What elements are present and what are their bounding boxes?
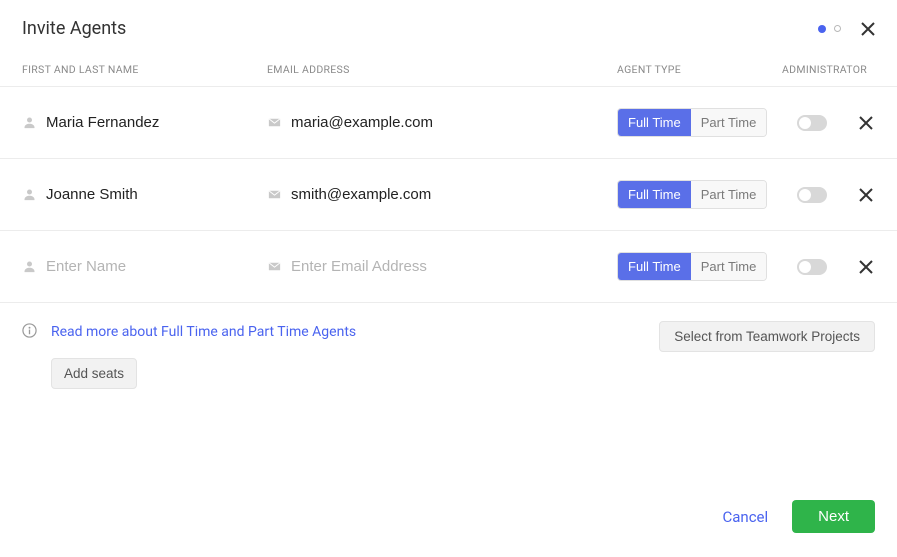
full-time-button[interactable]: Full Time	[618, 109, 691, 136]
email-input[interactable]	[291, 114, 481, 131]
part-time-button[interactable]: Part Time	[691, 181, 767, 208]
admin-toggle[interactable]	[797, 115, 827, 131]
close-icon	[861, 22, 875, 36]
col-header-type: AGENT TYPE	[617, 63, 782, 76]
name-input[interactable]	[46, 258, 236, 275]
cell-name	[22, 258, 267, 275]
mail-icon	[267, 259, 282, 274]
agent-type-toggle: Full Time Part Time	[617, 180, 767, 209]
close-button[interactable]	[861, 22, 875, 36]
cell-type: Full Time Part Time	[617, 252, 782, 281]
close-icon	[859, 116, 873, 130]
agent-row: Full Time Part Time	[0, 159, 897, 231]
close-icon	[859, 260, 873, 274]
remove-row-button[interactable]	[859, 116, 873, 130]
mail-icon	[267, 187, 282, 202]
full-time-button[interactable]: Full Time	[618, 181, 691, 208]
column-headers: FIRST AND LAST NAME EMAIL ADDRESS AGENT …	[0, 53, 897, 87]
close-icon	[859, 188, 873, 202]
admin-toggle[interactable]	[797, 187, 827, 203]
dialog-header: Invite Agents	[0, 0, 897, 53]
cell-admin	[782, 259, 842, 275]
person-icon	[22, 259, 37, 274]
name-input[interactable]	[46, 114, 236, 131]
agent-type-toggle: Full Time Part Time	[617, 252, 767, 281]
dialog-title: Invite Agents	[22, 18, 126, 39]
cell-remove	[842, 260, 875, 274]
agent-type-toggle: Full Time Part Time	[617, 108, 767, 137]
cancel-button[interactable]: Cancel	[722, 508, 768, 526]
bottom-bar: Cancel Next	[722, 500, 897, 557]
cell-remove	[842, 188, 875, 202]
cell-admin	[782, 115, 842, 131]
agent-row: Full Time Part Time	[0, 231, 897, 303]
help-link[interactable]: Read more about Full Time and Part Time …	[51, 324, 356, 340]
agent-rows: Full Time Part Time Ful	[0, 87, 897, 303]
email-input[interactable]	[291, 186, 481, 203]
part-time-button[interactable]: Part Time	[691, 109, 767, 136]
name-input[interactable]	[46, 186, 236, 203]
remove-row-button[interactable]	[859, 260, 873, 274]
step-indicator	[818, 25, 841, 33]
part-time-button[interactable]: Part Time	[691, 253, 767, 280]
col-header-name: FIRST AND LAST NAME	[22, 63, 267, 76]
select-teamwork-wrap: Select from Teamwork Projects	[659, 321, 875, 352]
next-button[interactable]: Next	[792, 500, 875, 533]
info-icon	[22, 323, 37, 342]
person-icon	[22, 187, 37, 202]
cell-email	[267, 114, 617, 131]
agent-row: Full Time Part Time	[0, 87, 897, 159]
mail-icon	[267, 115, 282, 130]
cell-email	[267, 258, 617, 275]
cell-type: Full Time Part Time	[617, 108, 782, 137]
cell-name	[22, 186, 267, 203]
link-block: Read more about Full Time and Part Time …	[51, 321, 659, 389]
email-input[interactable]	[291, 258, 481, 275]
header-right	[818, 22, 875, 36]
col-header-admin: ADMINISTRATOR	[782, 63, 875, 76]
col-header-email: EMAIL ADDRESS	[267, 63, 617, 76]
cell-remove	[842, 116, 875, 130]
select-teamwork-button[interactable]: Select from Teamwork Projects	[659, 321, 875, 352]
person-icon	[22, 115, 37, 130]
cell-type: Full Time Part Time	[617, 180, 782, 209]
cell-admin	[782, 187, 842, 203]
admin-toggle[interactable]	[797, 259, 827, 275]
step-dot-1	[818, 25, 826, 33]
cell-name	[22, 114, 267, 131]
footer-row: Read more about Full Time and Part Time …	[0, 303, 897, 389]
add-seats-button[interactable]: Add seats	[51, 358, 137, 389]
cell-email	[267, 186, 617, 203]
full-time-button[interactable]: Full Time	[618, 253, 691, 280]
remove-row-button[interactable]	[859, 188, 873, 202]
step-dot-2	[834, 25, 841, 32]
